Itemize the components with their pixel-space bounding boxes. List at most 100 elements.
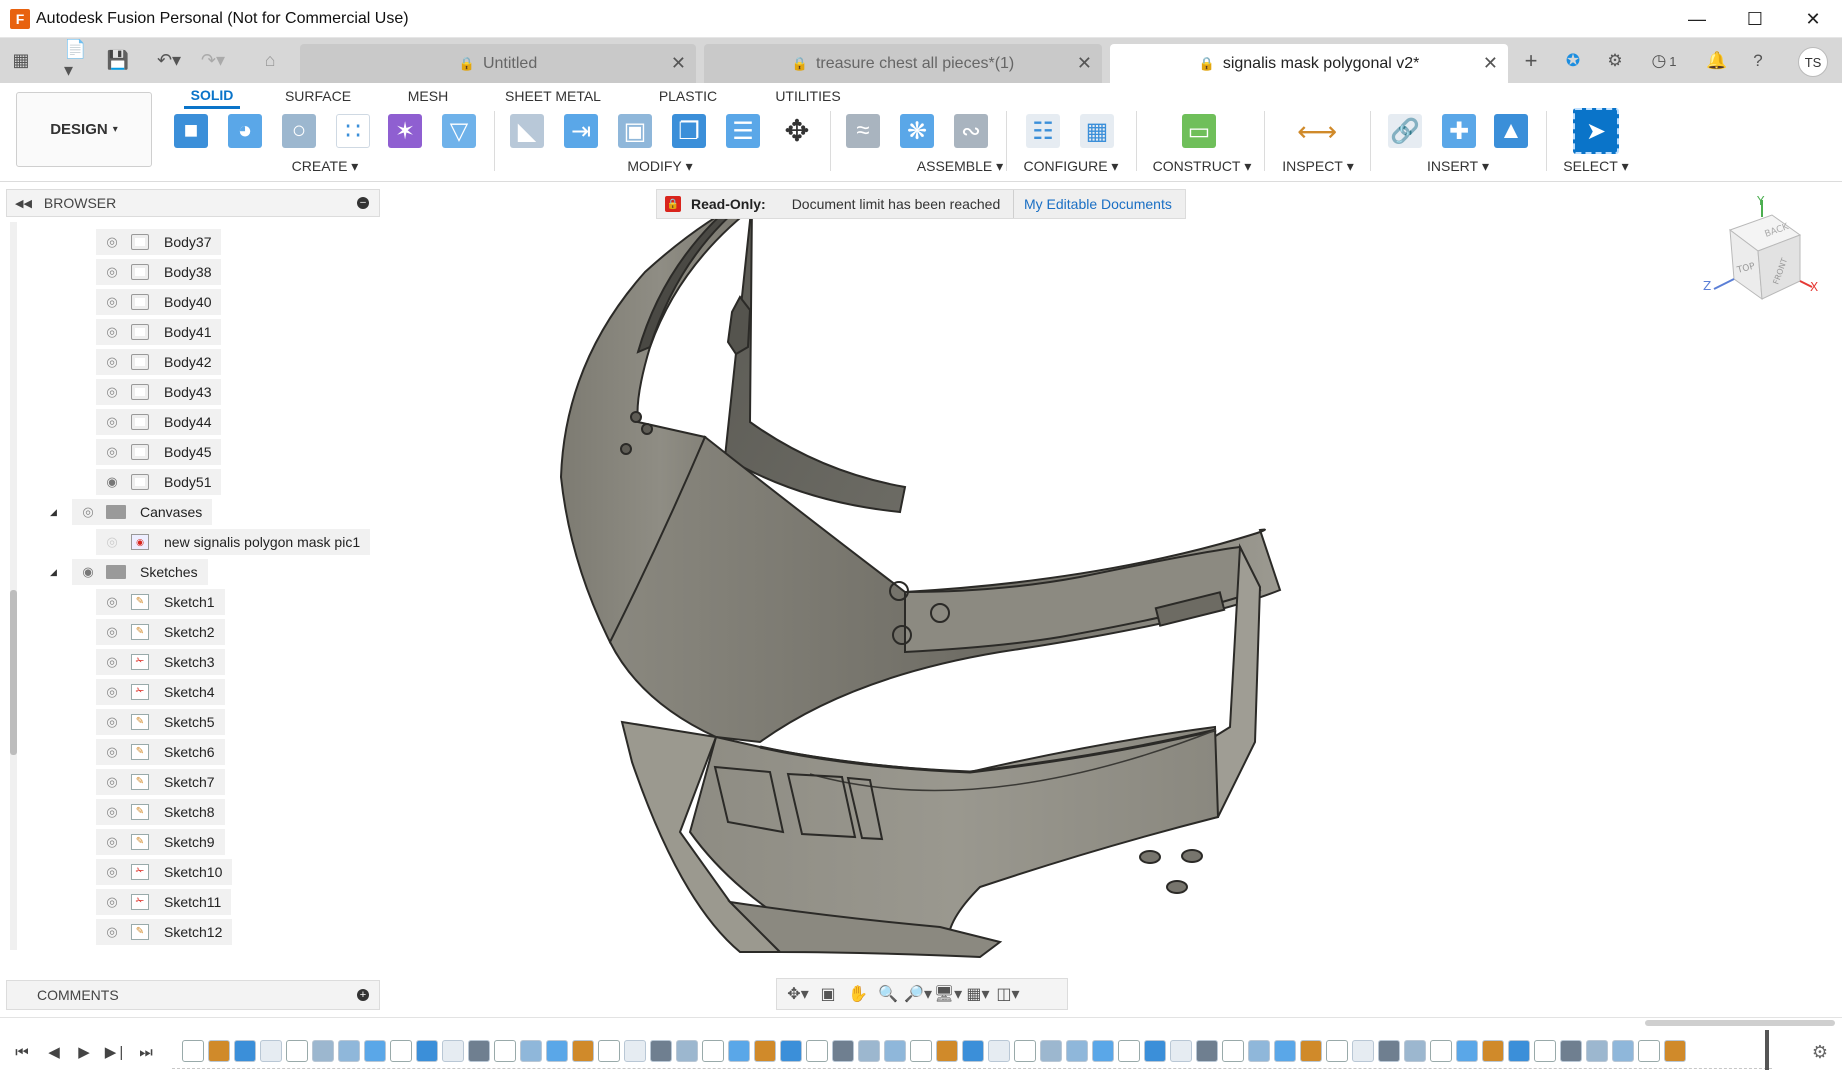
move-feature-icon[interactable] [442,1040,464,1062]
hole-tool[interactable]: ○ [278,109,320,153]
tab-plastic[interactable]: PLASTIC [656,83,720,109]
eye-hidden-icon[interactable]: ◎ [102,414,122,429]
sketch-feature-icon[interactable] [624,1040,646,1062]
tab-sheet-metal[interactable]: SHEET METAL [500,83,606,109]
sketch-feature-icon[interactable] [1014,1040,1036,1062]
assemble-menu[interactable]: ASSEMBLE ▾ [900,158,1020,175]
extrude-feature-icon[interactable] [338,1040,360,1062]
tree-item-body[interactable]: ◎ Body42 [96,349,222,375]
fillet-feature-icon[interactable] [936,1040,958,1062]
collapse-panel-icon[interactable]: ◀◀ [15,197,32,210]
as-built-joint-tool[interactable]: ∾ [950,109,992,153]
combine-feature-icon[interactable] [780,1040,802,1062]
combine-feature-icon[interactable] [1430,1040,1452,1062]
viewports-icon[interactable]: ◫▾ [993,982,1023,1006]
timeline-settings-icon[interactable]: ⚙ [1812,1042,1828,1063]
eye-hidden-icon[interactable]: ◎ [102,264,122,279]
insert-mcmaster-tool[interactable]: ✚ [1438,109,1480,153]
view-cube[interactable]: BACK TOP FRONT Y X Z [1700,195,1820,315]
eye-hidden-icon[interactable]: ◎ [102,594,122,609]
tab-utilities[interactable]: UTILITIES [770,83,846,109]
joint-tool[interactable]: ≈ [842,109,884,153]
timeline-scrollbar[interactable] [1645,1020,1835,1026]
sketch-feature-icon[interactable] [1534,1040,1556,1062]
tree-folder-sketches[interactable]: ◉ Sketches [72,559,208,585]
tree-item-sketch[interactable]: ◎ ✁ Sketch10 [96,859,233,885]
offset-face-tool[interactable]: ☰ [722,109,764,153]
notifications-icon[interactable]: 🔔 [1704,48,1730,74]
comments-panel[interactable]: COMMENTS + [6,980,380,1010]
offset-plane-tool[interactable]: ▭ [1178,109,1220,153]
tree-item-body[interactable]: ◉ Body51 [96,469,222,495]
minimize-button[interactable]: — [1668,0,1726,38]
combine-feature-icon[interactable] [1560,1040,1582,1062]
tab-mesh[interactable]: MESH [400,83,456,109]
extrude-feature-icon[interactable] [468,1040,490,1062]
eye-hidden-icon[interactable]: ◎ [102,804,122,819]
tab-solid[interactable]: SOLID [184,83,240,109]
timeline-marker[interactable] [1765,1030,1769,1070]
configure-tool[interactable]: ☷ [1022,109,1064,153]
tree-item-sketch[interactable]: ◎ ✎ Sketch7 [96,769,225,795]
insert-canvas-tool[interactable]: ▲ [1490,109,1532,153]
tree-item-body[interactable]: ◎ Body40 [96,289,222,315]
mirror-tool[interactable]: ▽ [438,109,480,153]
avatar[interactable]: TS [1798,47,1828,77]
look-at-icon[interactable]: ▣ [813,982,843,1006]
tab-surface[interactable]: SURFACE [280,83,356,109]
redo-icon[interactable]: ↷▾ [196,46,230,74]
zoom-icon[interactable]: 🔍 [873,982,903,1006]
move-feature-icon[interactable] [1222,1040,1244,1062]
pattern-tool[interactable]: ∷ [332,109,374,153]
move-feature-icon[interactable] [1092,1040,1114,1062]
modify-menu[interactable]: MODIFY ▾ [610,158,710,175]
select-tool[interactable]: ➤ [1572,107,1620,155]
sketch-feature-icon[interactable] [494,1040,516,1062]
tree-item-body[interactable]: ◎ Body44 [96,409,222,435]
chamfer-tool[interactable]: ▣ [614,109,656,153]
eye-hidden-icon[interactable]: ◎ [102,624,122,639]
sketch-feature-icon[interactable] [1664,1040,1686,1062]
3d-viewport[interactable] [380,182,1842,1017]
timeline-start-icon[interactable]: ⏮ [8,1042,36,1062]
sketch-feature-icon[interactable] [884,1040,906,1062]
extrude-feature-icon[interactable] [988,1040,1010,1062]
tree-folder-canvases[interactable]: ◎ Canvases [72,499,213,525]
timeline-end-icon[interactable]: ⏭ [132,1042,160,1062]
data-panel-icon[interactable]: ⚙ [1602,48,1628,74]
eye-hidden-icon[interactable]: ◎ [102,444,122,459]
close-icon[interactable]: ✕ [1483,53,1498,74]
eye-icon[interactable]: ◉ [102,474,122,489]
eye-hidden-icon[interactable]: ◎ [102,864,122,879]
move-feature-icon[interactable] [1352,1040,1374,1062]
extrude-feature-icon[interactable] [1638,1040,1660,1062]
home-icon[interactable]: ⌂ [256,46,284,74]
combine-feature-icon[interactable] [1170,1040,1192,1062]
sketch-feature-icon[interactable] [234,1040,256,1062]
fillet-feature-icon[interactable] [806,1040,828,1062]
configure-menu[interactable]: CONFIGURE ▾ [1020,158,1122,175]
tree-item-sketch[interactable]: ◎ ✎ Sketch9 [96,829,225,855]
insert-menu[interactable]: INSERT ▾ [1408,158,1508,175]
eye-hidden-icon[interactable]: ◎ [102,324,122,339]
sketch-feature-icon[interactable] [1144,1040,1166,1062]
tab-treasure-chest[interactable]: 🔒 treasure chest all pieces*(1) ✕ [704,44,1102,83]
move-feature-icon[interactable] [832,1040,854,1062]
file-menu-icon[interactable]: 📄▾ [64,39,92,80]
fillet-feature-icon[interactable] [286,1040,308,1062]
combine-feature-icon[interactable] [520,1040,542,1062]
tree-item-sketch[interactable]: ◎ ✎ Sketch12 [96,919,233,945]
tab-untitled[interactable]: 🔒 Untitled ✕ [300,44,696,83]
zoom-window-icon[interactable]: 🔎▾ [903,982,933,1006]
tree-item-body[interactable]: ◎ Body38 [96,259,222,285]
sketch-feature-icon[interactable] [1274,1040,1296,1062]
tree-item-sketch[interactable]: ◎ ✎ Sketch1 [96,589,225,615]
eye-hidden-icon[interactable]: ◎ [102,834,122,849]
pan-icon[interactable]: ✋ [843,982,873,1006]
combine-tool[interactable]: ❐ [668,109,710,153]
browser-header[interactable]: ◀◀ BROWSER – [6,189,380,217]
fillet-feature-icon[interactable] [1456,1040,1478,1062]
sketch-feature-icon[interactable] [754,1040,776,1062]
my-editable-documents-link[interactable]: My Editable Documents [1013,190,1187,218]
combine-feature-icon[interactable] [910,1040,932,1062]
